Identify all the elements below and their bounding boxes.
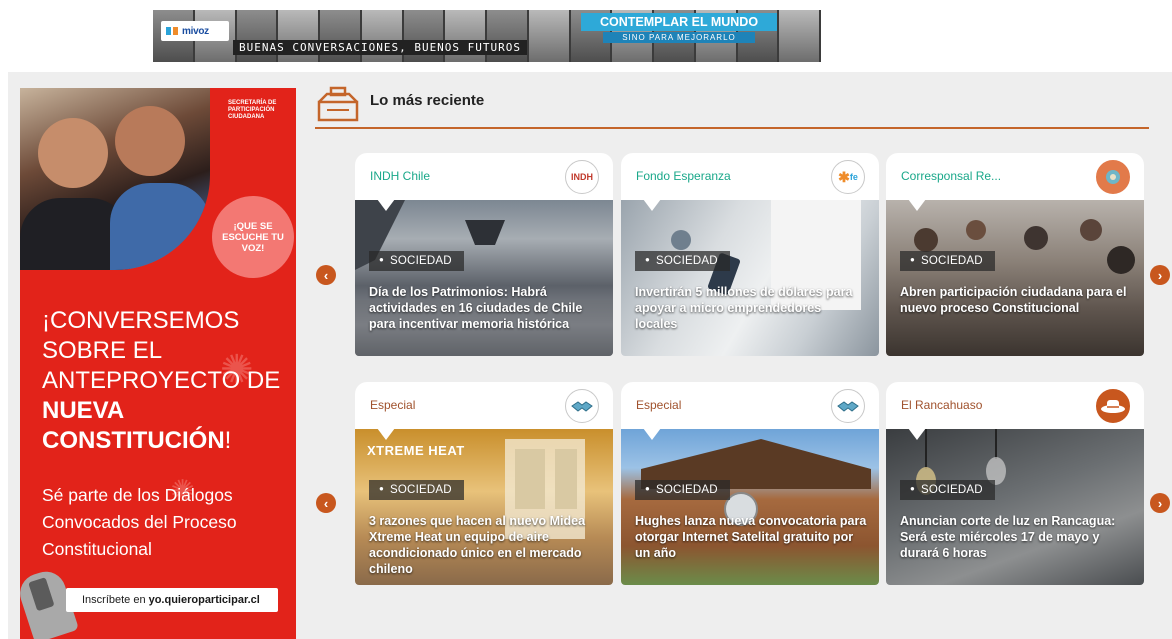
card-headline[interactable]: Invertirán 5 millones de dólares para ap…	[635, 284, 867, 332]
ad-org-label: SECRETARÍA DE PARTICIPACIÓN CIUDADANA	[228, 100, 277, 120]
card-source[interactable]: Corresponsal Re...	[901, 169, 1001, 183]
banner-headline-box: CONTEMPLAR EL MUNDO SINO PARA MEJORARLO	[581, 13, 777, 43]
section-divider	[315, 127, 1149, 129]
category-tag[interactable]: ● SOCIEDAD	[635, 251, 730, 271]
banner-subheadline: SINO PARA MEJORARLO	[603, 32, 755, 43]
card-source[interactable]: Especial	[636, 398, 681, 412]
handshake-icon	[831, 389, 865, 423]
newsstand-icon	[315, 86, 361, 127]
banner-tagline: BUENAS CONVERSACIONES, BUENOS FUTUROS	[233, 40, 528, 55]
card-notch	[643, 199, 661, 211]
chevron-left-icon: ‹	[323, 495, 329, 511]
category-tag[interactable]: ● SOCIEDAD	[369, 480, 464, 500]
card-image	[886, 429, 1144, 585]
card-source[interactable]: INDH Chile	[370, 169, 430, 183]
news-card[interactable]: Corresponsal Re... ● SOCIEDAD Abren parti…	[886, 153, 1144, 356]
mivoz-logo: mivoz	[161, 21, 229, 41]
bullet-icon: ●	[645, 255, 651, 264]
banner-headline: CONTEMPLAR EL MUNDO	[581, 13, 777, 31]
category-tag[interactable]: ● SOCIEDAD	[900, 251, 995, 271]
card-image	[621, 200, 879, 356]
page-content: SECRETARÍA DE PARTICIPACIÓN CIUDADANA ¡Q…	[8, 72, 1172, 639]
carousel-next-button-row-2[interactable]: ›	[1150, 493, 1170, 513]
news-card[interactable]: Especial ● SOCIEDAD Hughes lanza nueva co…	[621, 382, 879, 585]
card-source[interactable]: Fondo Esperanza	[636, 169, 731, 183]
news-card[interactable]: Fondo Esperanza ✱ fe ● SOCIEDAD Invertirán…	[621, 153, 879, 356]
category-tag[interactable]: ● SOCIEDAD	[900, 480, 995, 500]
card-source[interactable]: El Rancahuaso	[901, 398, 982, 412]
card-notch	[377, 199, 395, 211]
card-headline[interactable]: Abren participación ciudadana para el nu…	[900, 284, 1132, 316]
card-headline[interactable]: 3 razones que hacen al nuevo Midea Xtrem…	[369, 513, 601, 577]
chevron-right-icon: ›	[1157, 267, 1163, 283]
chevron-left-icon: ‹	[323, 267, 329, 283]
handshake-icon	[565, 389, 599, 423]
bullet-icon: ●	[379, 255, 385, 264]
news-card[interactable]: INDH Chile INDH ● SOCIEDAD Día de los Pat…	[355, 153, 613, 356]
card-notch	[377, 428, 395, 440]
bullet-icon: ●	[910, 484, 916, 493]
news-card[interactable]: El Rancahuaso ● SOCIEDAD Anuncian corte d…	[886, 382, 1144, 585]
ad-headline: ¡CONVERSEMOS SOBRE EL ANTEPROYECTO DE NU…	[42, 307, 281, 454]
category-tag[interactable]: ● SOCIEDAD	[369, 251, 464, 271]
card-notch	[908, 428, 926, 440]
section-title: Lo más reciente	[370, 92, 485, 109]
bullet-icon: ●	[379, 484, 385, 493]
indh-logo-icon: INDH	[565, 160, 599, 194]
ad-subtext: Sé parte de los Diálogos Convocados del …	[42, 485, 237, 559]
flower-icon: ✱	[838, 168, 850, 185]
card-source[interactable]: Especial	[370, 398, 415, 412]
carousel-next-button-row-1[interactable]: ›	[1150, 265, 1170, 285]
ad-photo	[20, 88, 210, 270]
hat-icon	[1096, 389, 1130, 423]
category-tag[interactable]: ● SOCIEDAD	[635, 480, 730, 500]
bullet-icon: ●	[645, 484, 651, 493]
carousel-prev-button-row-1[interactable]: ‹	[316, 265, 336, 285]
bullet-icon: ●	[910, 255, 916, 264]
ad-cta-link[interactable]: Inscríbete en yo.quieroparticipar.cl	[66, 588, 278, 612]
chevron-right-icon: ›	[1157, 495, 1163, 511]
card-image	[886, 200, 1144, 356]
card-image	[355, 200, 613, 356]
news-card[interactable]: Especial XTREME HEAT ● SOCIEDAD 3 razones…	[355, 382, 613, 585]
carousel-prev-button-row-2[interactable]: ‹	[316, 493, 336, 513]
corresponsal-logo-icon	[1096, 160, 1130, 194]
image-brand-text: XTREME HEAT	[367, 443, 465, 458]
fondo-esperanza-logo-icon: ✱ fe	[831, 160, 865, 194]
top-ad-banner[interactable]: mivoz BUENAS CONVERSACIONES, BUENOS FUTU…	[153, 10, 821, 62]
card-notch	[908, 199, 926, 211]
card-headline[interactable]: Hughes lanza nueva convocatoria para oto…	[635, 513, 867, 561]
ad-bubble: ¡QUE SE ESCUCHE TU VOZ!	[212, 196, 294, 278]
card-headline[interactable]: Día de los Patrimonios: Habrá actividade…	[369, 284, 601, 332]
side-ad-constitucion[interactable]: SECRETARÍA DE PARTICIPACIÓN CIUDADANA ¡Q…	[20, 88, 296, 639]
card-headline[interactable]: Anuncian corte de luz en Rancagua: Será …	[900, 513, 1132, 561]
card-notch	[643, 428, 661, 440]
card-image	[621, 429, 879, 585]
